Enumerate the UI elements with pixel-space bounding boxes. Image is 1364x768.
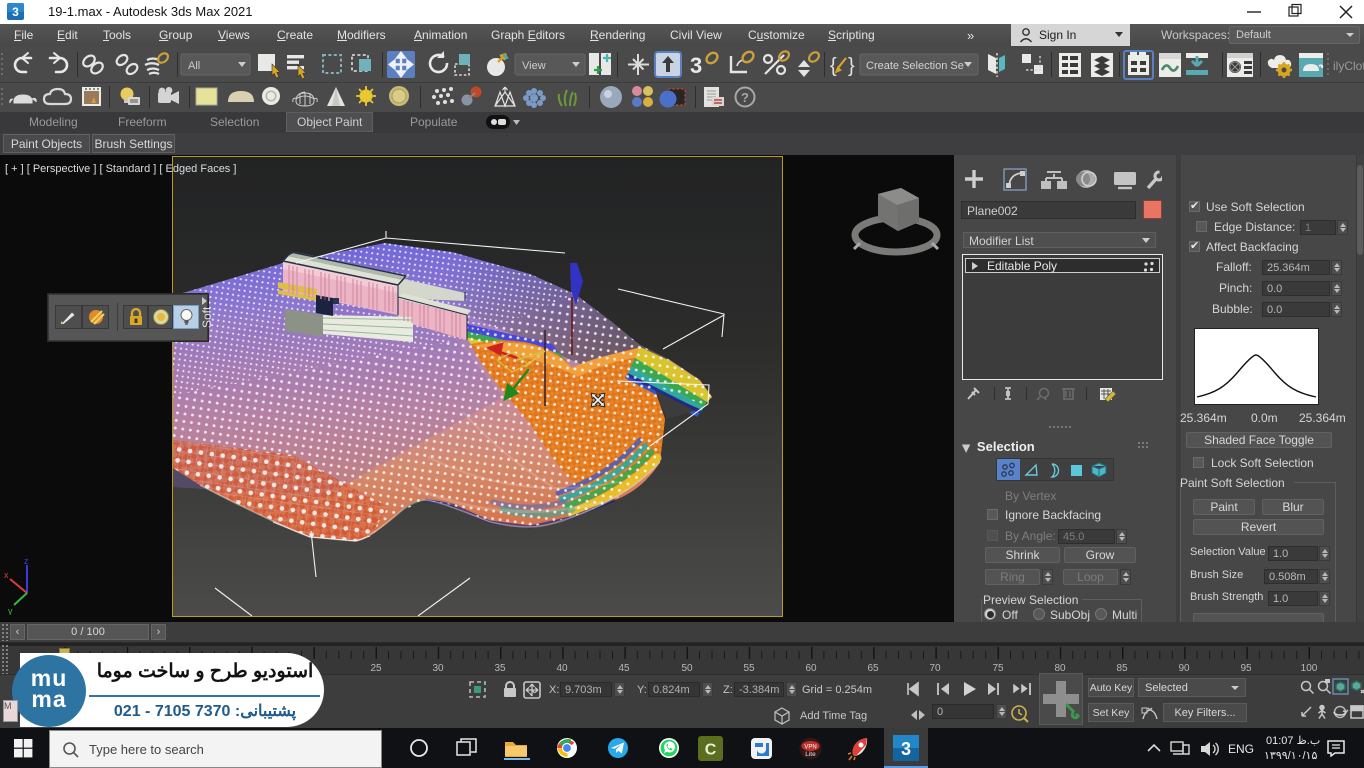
svg-text:{: { [830, 55, 837, 77]
svg-text:95: 95 [1240, 663, 1252, 674]
svg-text:ilyClot: ilyClot [1333, 59, 1364, 73]
svg-text:Create Selection Se: Create Selection Se [866, 60, 964, 72]
svg-text:y: y [8, 606, 13, 615]
svg-text:55: 55 [743, 663, 755, 674]
svg-text:3: 3 [901, 739, 911, 759]
svg-text:90: 90 [1178, 663, 1190, 674]
svg-text:z: z [24, 556, 29, 566]
svg-text:65: 65 [867, 663, 879, 674]
svg-text:View: View [522, 60, 546, 72]
svg-text:30: 30 [432, 663, 444, 674]
svg-text:3: 3 [690, 53, 702, 78]
svg-text:85: 85 [1116, 663, 1128, 674]
svg-text:60: 60 [805, 663, 817, 674]
svg-text:50: 50 [681, 663, 693, 674]
svg-text:All: All [188, 60, 200, 72]
svg-text:VPN: VPN [804, 745, 816, 751]
svg-text:100: 100 [1301, 663, 1318, 674]
svg-text:Lite: Lite [805, 751, 816, 758]
svg-text:}: } [848, 55, 855, 77]
svg-text:25: 25 [370, 663, 382, 674]
svg-text:3: 3 [12, 5, 19, 19]
svg-text:C: C [705, 742, 717, 759]
svg-text:x: x [4, 570, 9, 580]
svg-text:?: ? [741, 90, 749, 105]
svg-text:70: 70 [929, 663, 941, 674]
svg-text:40: 40 [556, 663, 568, 674]
svg-text:35: 35 [494, 663, 506, 674]
svg-text:45: 45 [618, 663, 630, 674]
svg-text:75: 75 [992, 663, 1004, 674]
